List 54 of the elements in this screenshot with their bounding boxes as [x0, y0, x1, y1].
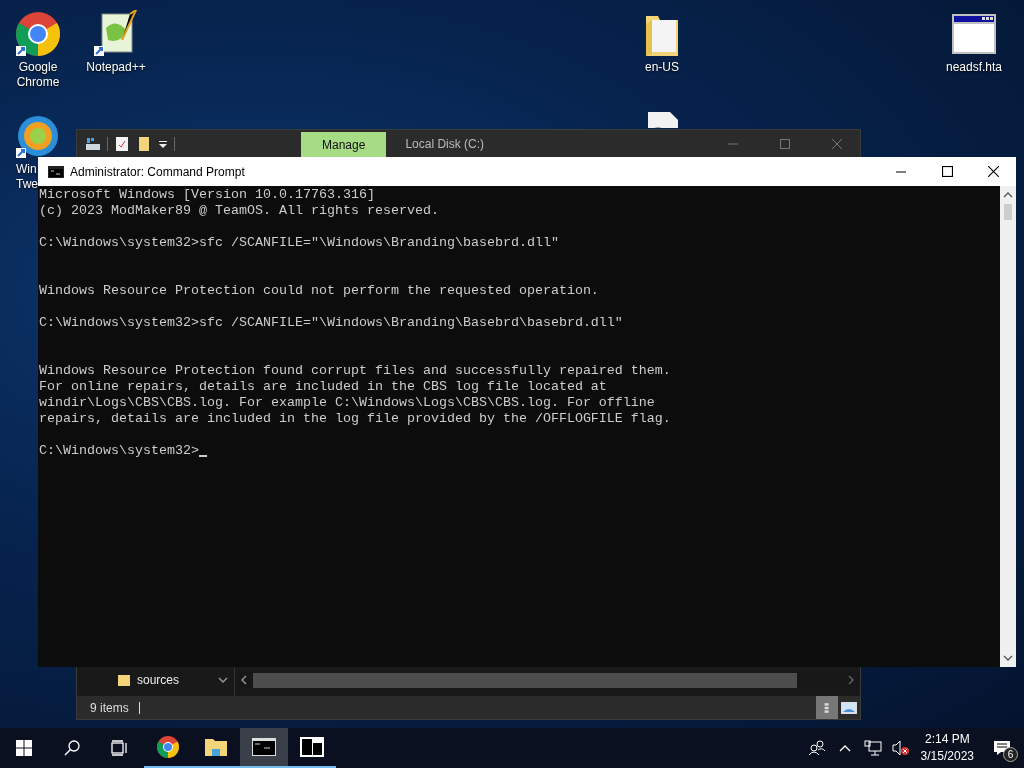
scrollbar-thumb[interactable]: [253, 672, 797, 688]
console-icon: [48, 165, 64, 178]
task-view-icon: [111, 740, 129, 756]
chevron-down-icon[interactable]: [218, 675, 228, 685]
nav-item[interactable]: sources: [117, 673, 180, 687]
clock[interactable]: 2:14 PM 3/15/2023: [914, 731, 980, 765]
chrome-logo-icon[interactable]: [14, 10, 62, 58]
close-icon: [987, 166, 999, 177]
scroll-up-icon[interactable]: [1003, 190, 1013, 200]
console-line: Windows Resource Protection found corrupt files and successfully repaired them.: [39, 363, 671, 379]
windows-logo-icon: [16, 740, 32, 756]
chevron-up-icon: [838, 744, 851, 752]
console-line: (c) 2023 ModMaker89 @ TeamOS. All rights reserved.: [39, 203, 439, 219]
window-title: Administrator: Command Prompt: [70, 164, 245, 179]
console-line: windir\Logs\CBS\CBS.log. For example C:\Windows\Logs\CBS\CBS.log. For offline: [39, 395, 655, 411]
notification-count: 6: [1003, 747, 1018, 762]
icon-label: Notepad++: [86, 60, 146, 75]
chrome-logo-icon: [156, 735, 180, 759]
console-line: C:\Windows\system32>sfc /SCANFILE="\Windows\Branding\Basebrd\basebrd.dll": [39, 315, 623, 331]
close-icon: [832, 139, 842, 149]
maximize-icon: [941, 166, 953, 177]
folder-icon: [117, 673, 131, 687]
people-icon: [807, 740, 826, 756]
manage-tab[interactable]: Manage: [301, 132, 387, 158]
scroll-left-icon[interactable]: [239, 675, 249, 685]
console-line: C:\Windows\system32>sfc /SCANFILE="\Windows\Branding\basebrd.dll": [39, 235, 559, 251]
vertical-scrollbar[interactable]: [1000, 186, 1016, 667]
window-title: Local Disk (C:): [405, 137, 485, 151]
search-icon: [64, 740, 80, 756]
console-line: Microsoft Windows [Version 10.0.17763.316]: [39, 187, 375, 203]
console-line: C:\Windows\system32>: [39, 443, 199, 459]
console-line: For online repairs, details are included in the CBS log file located at: [39, 379, 607, 395]
details-view-icon: [823, 701, 831, 714]
icon-label: en-US: [645, 60, 679, 75]
taskbar-button[interactable]: [240, 728, 288, 768]
icon-label: neadsf.hta: [945, 60, 1002, 75]
console-line: Windows Resource Protection could not perform the requested operation.: [39, 283, 599, 299]
icon-label: Google Chrome: [15, 60, 61, 90]
dropdown-icon[interactable]: [158, 139, 168, 149]
scrollbar-thumb[interactable]: [1004, 204, 1012, 220]
maximize-icon: [780, 139, 790, 149]
icon-label: Win Twe: [16, 162, 39, 192]
speaker-icon: [891, 740, 910, 756]
action-center-button[interactable]: 6: [980, 728, 1024, 768]
console-line: repairs, details are included in the log file provided by the /OFFLOGFILE flag.: [39, 411, 671, 427]
properties-icon[interactable]: [114, 136, 130, 152]
thumbnail-view-icon: [841, 701, 857, 714]
new-folder-icon[interactable]: [136, 136, 152, 152]
console-icon: [252, 738, 276, 756]
status-text: 9 items: [90, 700, 129, 715]
scroll-down-icon[interactable]: [1003, 653, 1013, 663]
drive-icon[interactable]: [85, 136, 101, 152]
network-icon: [863, 740, 882, 756]
scroll-right-icon[interactable]: [846, 675, 856, 685]
